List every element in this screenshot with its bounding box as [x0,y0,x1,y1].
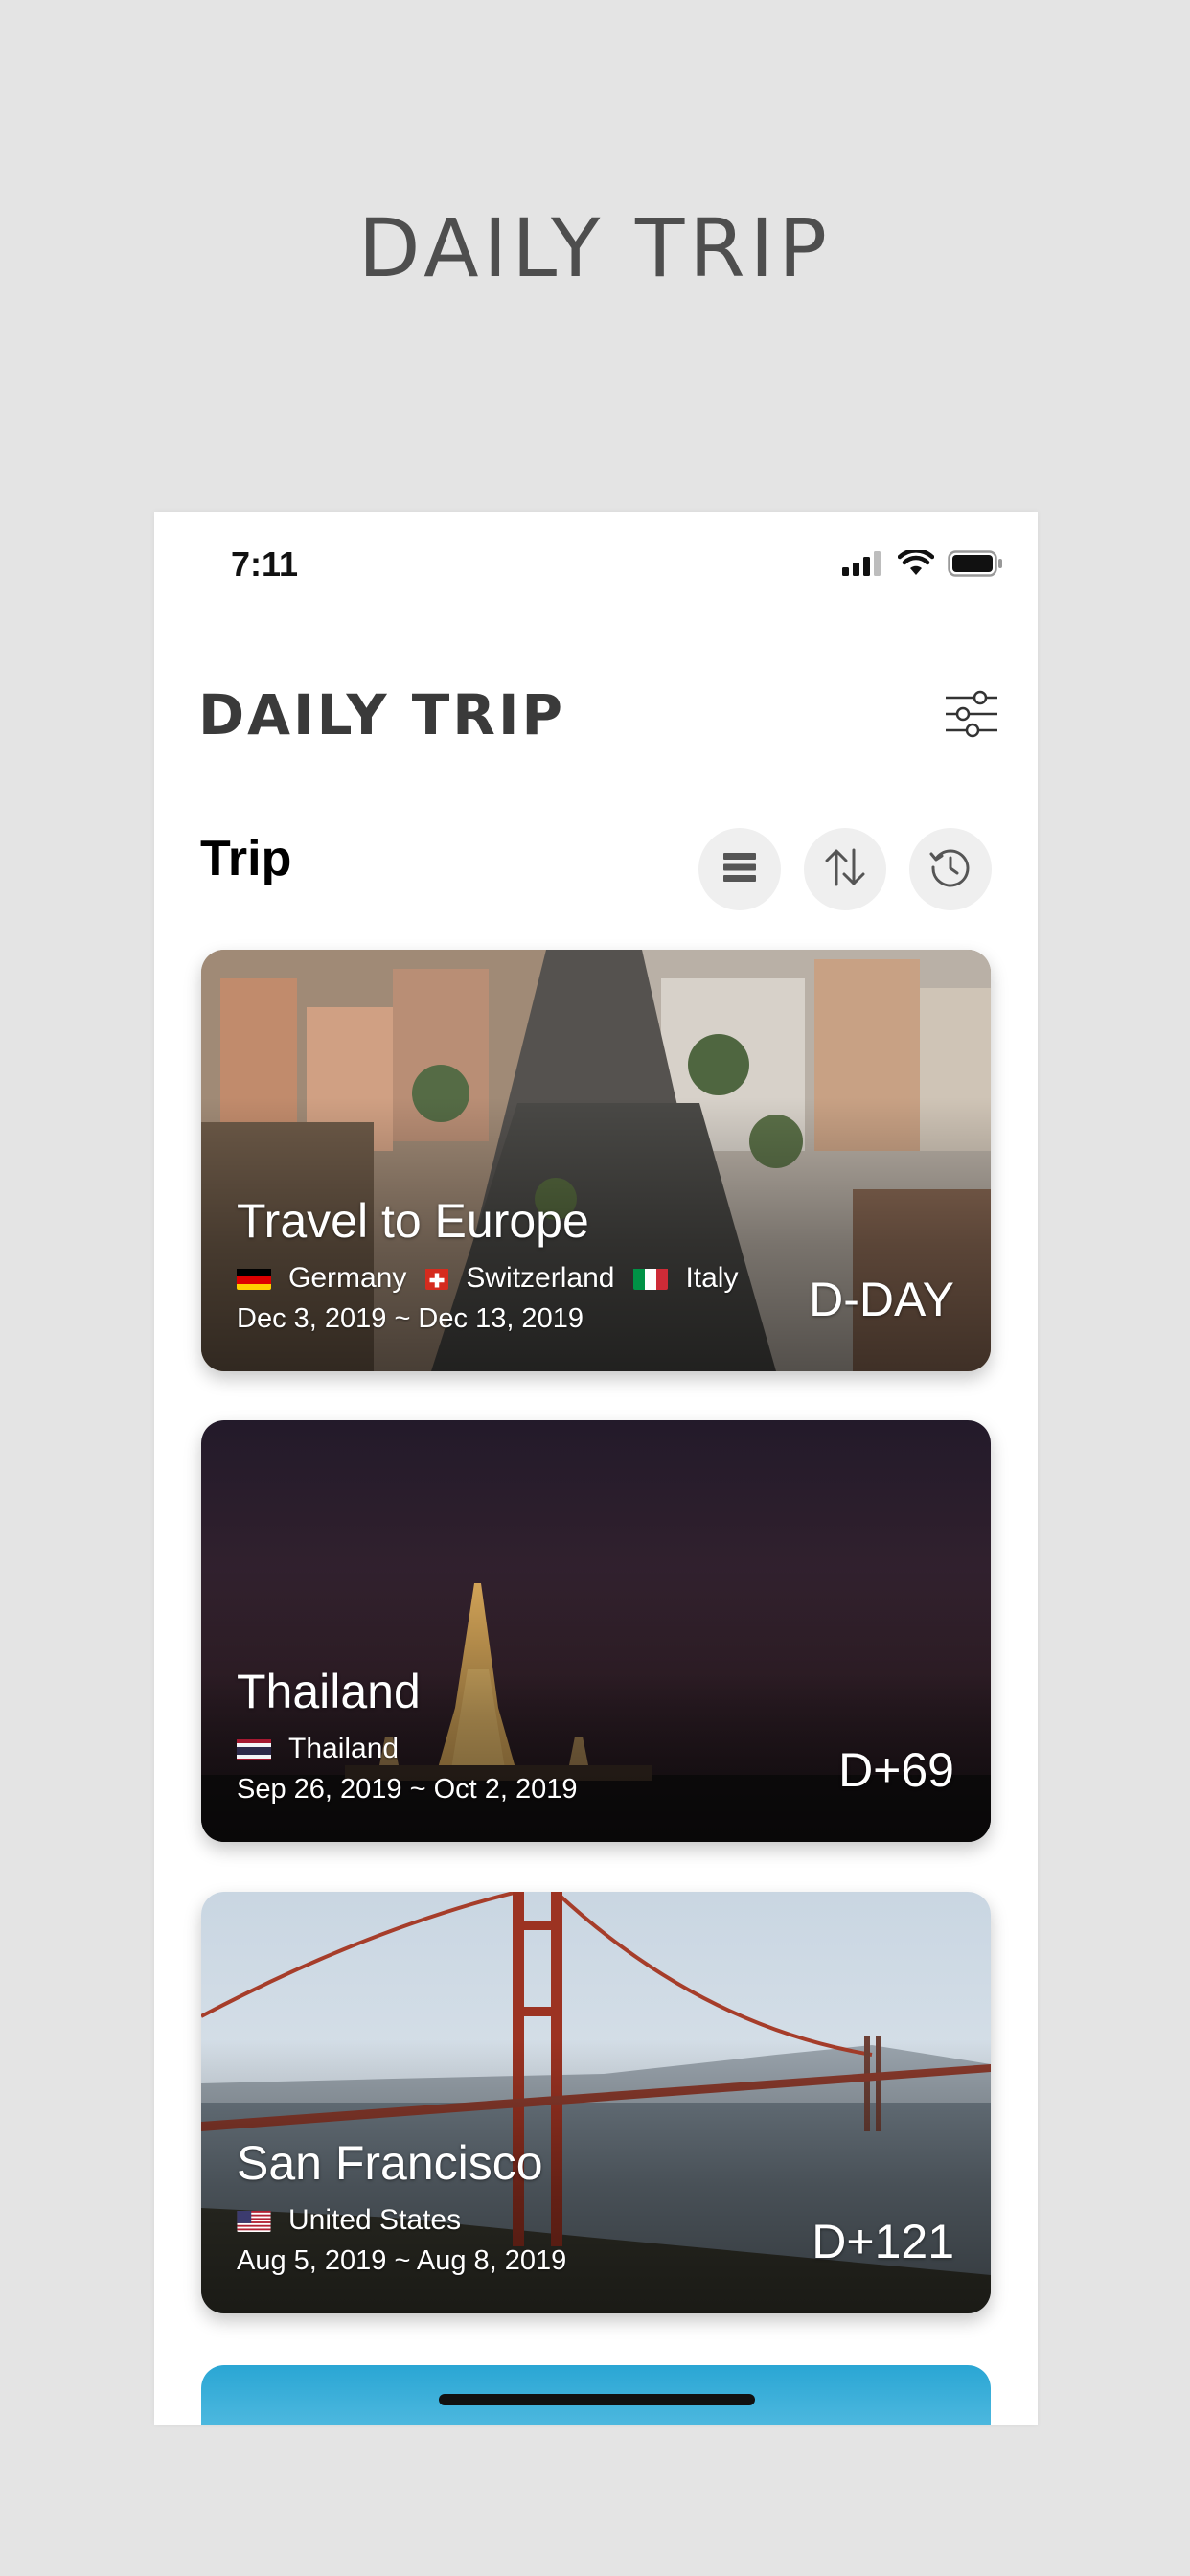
country-name: Switzerland [466,1262,615,1294]
trip-countries: United States [237,2204,480,2237]
wifi-icon [897,548,935,582]
home-indicator[interactable] [439,2394,755,2405]
trip-dday: D+121 [812,2215,954,2268]
country-item: Germany [237,1262,406,1295]
country-name: United States [288,2204,462,2236]
trip-dates: Aug 5, 2019 ~ Aug 8, 2019 [237,2245,567,2276]
trip-countries: Germany Switzerland Italy [237,1262,757,1295]
trip-card[interactable]: San Francisco United States Aug 5, 2019 … [201,1892,991,2313]
list-toolbar [698,828,992,910]
sliders-icon [944,690,999,746]
list-view-button[interactable] [698,828,781,910]
history-button[interactable] [909,828,992,910]
status-time: 7:11 [231,544,299,584]
trip-dday: D+69 [838,1743,954,1797]
country-item: United States [237,2204,461,2237]
cellular-signal-icon [842,551,884,581]
battery-icon [948,550,1003,582]
trip-dday: D-DAY [809,1273,954,1326]
country-name: Germany [288,1262,407,1294]
flag-germany-icon [237,1267,271,1290]
flag-italy-icon [633,1267,669,1290]
flag-thailand-icon [237,1737,271,1760]
trip-name: San Francisco [237,2136,543,2190]
country-item: Switzerland [425,1262,614,1295]
trip-card[interactable]: Travel to Europe Germany Switzerland Ita… [201,950,991,1371]
status-icons [842,548,1003,582]
country-name: Italy [685,1262,739,1294]
trip-dates: Dec 3, 2019 ~ Dec 13, 2019 [237,1303,584,1334]
trip-card[interactable]: Thailand Thailand Sep 26, 2019 ~ Oct 2, … [201,1420,991,1842]
flag-united-states-icon [237,2209,271,2232]
trip-countries: Thailand [237,1733,418,1765]
list-icon [723,852,756,886]
status-bar: 7:11 [154,512,1038,617]
trip-dates: Sep 26, 2019 ~ Oct 2, 2019 [237,1774,578,1805]
country-name: Thailand [288,1733,400,1764]
section-title: Trip [200,831,292,886]
country-item: Italy [633,1262,738,1295]
trip-name: Thailand [237,1665,421,1718]
app-title: DAILY TRIP [198,682,566,748]
filter-settings-button[interactable] [944,686,999,742]
phone-screen: 7:11 DAILY TRIP Trip Travel to Europe Ge… [154,512,1038,2425]
promo-title: DAILY TRIP [357,201,833,295]
country-item: Thailand [237,1733,399,1765]
trip-name: Travel to Europe [237,1194,589,1248]
history-icon [928,845,973,894]
flag-switzerland-icon [425,1267,449,1290]
sort-arrows-icon [824,848,866,891]
sort-button[interactable] [804,828,886,910]
